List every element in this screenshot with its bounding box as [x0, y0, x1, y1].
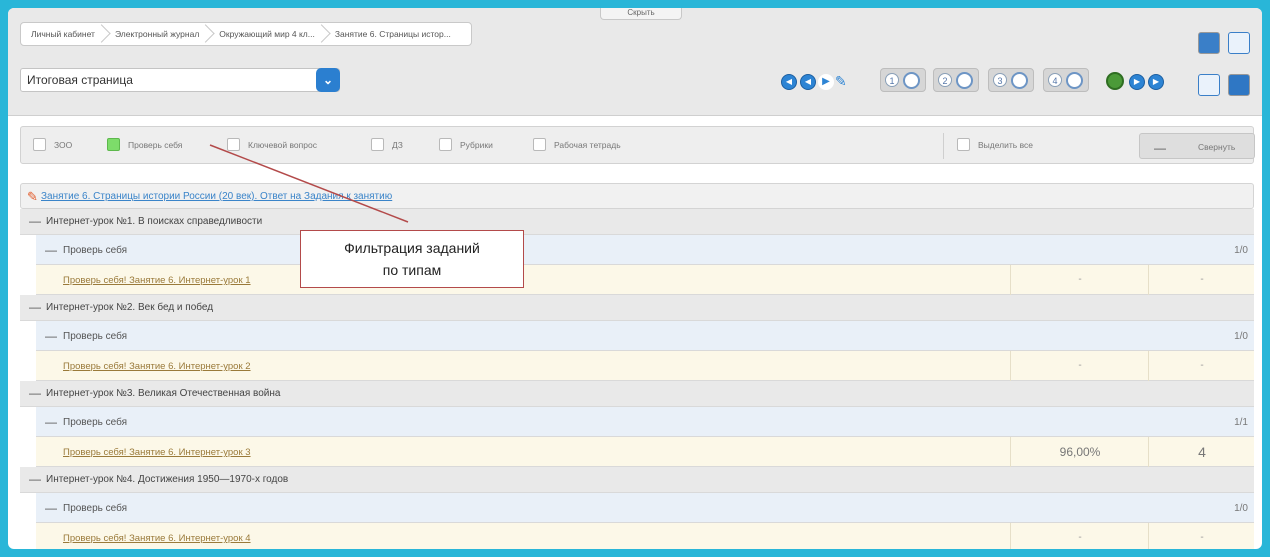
callout-line-2: по типам [382, 262, 442, 278]
app-window: Скрыть Личный кабинет Электронный журнал… [8, 8, 1262, 549]
callout-line-1: Фильтрация заданий [344, 240, 480, 256]
annotation-callout: Фильтрация заданий по типам [300, 230, 524, 288]
callout-arrow [209, 144, 409, 223]
callout-line [209, 144, 409, 223]
